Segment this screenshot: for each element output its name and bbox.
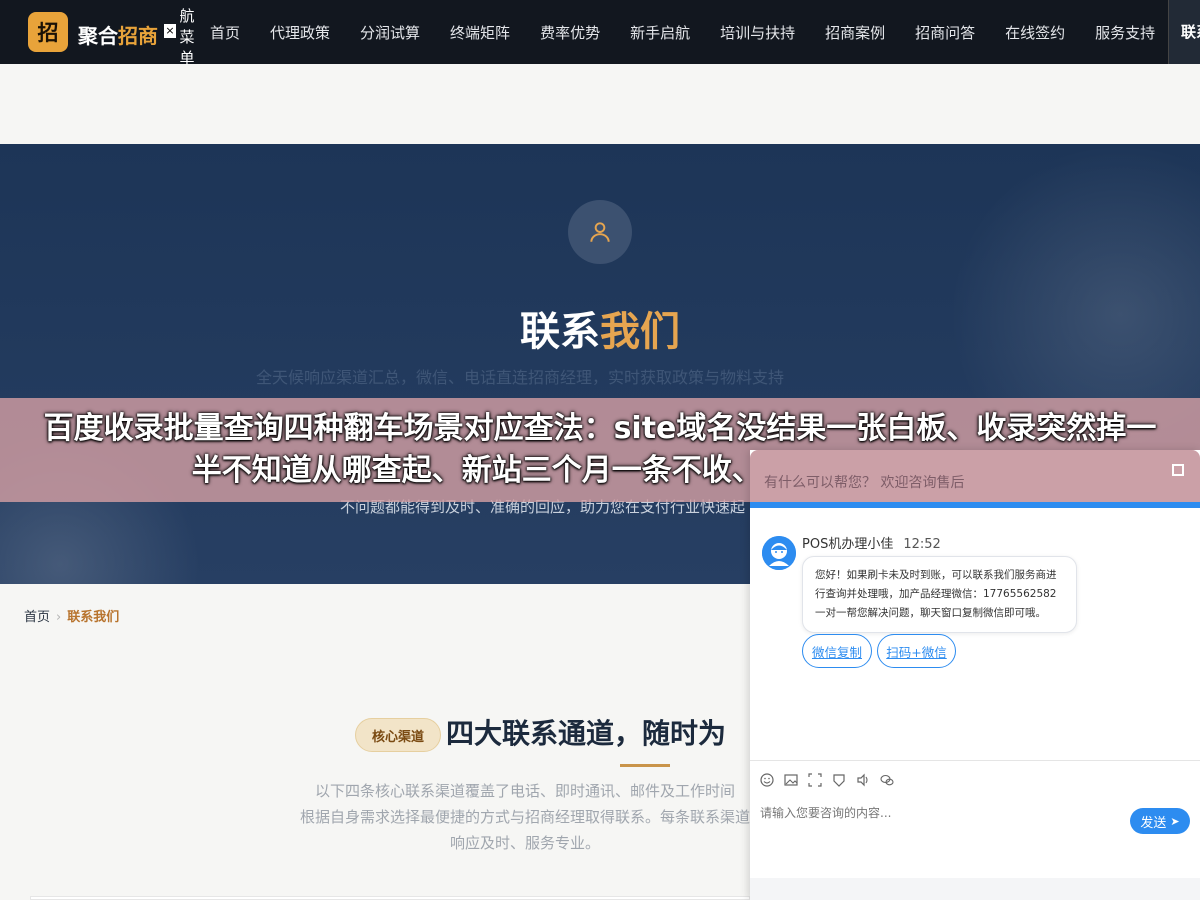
card-edge xyxy=(30,896,750,900)
breadcrumb-separator: › xyxy=(56,610,62,625)
wechat-icon[interactable] xyxy=(880,773,894,787)
chat-header-title: 有什么可以帮您？ 欢迎咨询售后 xyxy=(764,475,965,491)
section-description-line: 根据自身需求选择最便捷的方式与招商经理取得联系。每条联系渠道 xyxy=(300,808,750,826)
vertical-menu-label[interactable]: 航 菜 单 xyxy=(178,6,196,69)
maximize-icon[interactable] xyxy=(1172,464,1184,476)
send-button[interactable]: 发送 ➤ xyxy=(1130,808,1190,834)
agent-avatar xyxy=(762,536,796,570)
send-arrow-icon: ➤ xyxy=(1170,814,1180,828)
title-underline xyxy=(620,764,670,767)
chat-accent-bar xyxy=(750,502,1200,508)
emoji-icon[interactable] xyxy=(760,773,774,787)
nav-item-faq[interactable]: 招商问答 xyxy=(915,22,975,43)
voice-icon[interactable] xyxy=(856,773,870,787)
nav-item-beginner-guide[interactable]: 新手启航 xyxy=(630,22,690,43)
hero-subtitle: 全天候响应渠道汇总，微信、电话直连招商经理，实时获取政策与物料支持 xyxy=(255,368,784,387)
nav-item-home[interactable]: 首页 xyxy=(210,22,240,43)
copy-wechat-button[interactable]: 微信复制 xyxy=(802,634,872,668)
nav-item-contact-active[interactable]: 联系 xyxy=(1168,0,1200,64)
image-icon[interactable] xyxy=(784,773,798,787)
nav-item-agency-policy[interactable]: 代理政策 xyxy=(270,22,330,43)
section-description-line: 响应及时、服务专业。 xyxy=(449,834,600,852)
nav-item-profit-calculator[interactable]: 分润试算 xyxy=(360,22,420,43)
nav-item-service-support[interactable]: 服务支持 xyxy=(1095,22,1155,43)
site-logo-text[interactable]: 聚合招商 xyxy=(78,20,158,49)
logo-text-part2: 招商 xyxy=(118,24,158,48)
nav-item-terminal-matrix[interactable]: 终端矩阵 xyxy=(450,22,510,43)
logo-text-part1: 聚合 xyxy=(78,24,118,48)
send-button-label: 发送 xyxy=(1140,815,1167,831)
user-icon xyxy=(568,200,632,264)
agent-name: POS机办理小佳 12:52 xyxy=(802,533,941,552)
chat-widget: 有什么可以帮您？ 欢迎咨询售后 POS机办理小佳 12:52 您好！如果刷卡未及时… xyxy=(750,450,1200,900)
section-description: 以下四条核心联系渠道覆盖了电话、即时通讯、邮件及工作时间 根据自身需求选择最便捷… xyxy=(300,778,750,858)
section-tag: 核心渠道 xyxy=(355,718,441,752)
chat-message-input[interactable] xyxy=(760,802,1120,824)
vertical-menu-text: 航 菜 单 xyxy=(179,7,195,67)
message-time: 12:52 xyxy=(903,537,941,552)
section-description-line: 以下四条核心联系渠道覆盖了电话、即时通讯、邮件及工作时间 xyxy=(314,782,735,800)
chat-footer xyxy=(750,878,1200,900)
chat-header[interactable]: 有什么可以帮您？ 欢迎咨询售后 xyxy=(750,450,1200,502)
page-title: 联系我们 xyxy=(0,299,1200,357)
nav-item-rate-advantage[interactable]: 费率优势 xyxy=(540,22,600,43)
breadcrumb: 首页 › 联系我们 xyxy=(24,606,119,625)
message-bubble: 您好！如果刷卡未及时到账，可以联系我们服务商进行查询并处理哦，加产品经理微信：1… xyxy=(802,556,1077,633)
page-title-part2: 我们 xyxy=(600,309,680,355)
nav-item-online-signing[interactable]: 在线签约 xyxy=(1005,22,1065,43)
top-navigation-bar: 招 聚合招商 × 航 菜 单 首页 代理政策 分润试算 终端矩阵 费率优势 新手… xyxy=(0,0,1200,67)
main-nav: 首页 代理政策 分润试算 终端矩阵 费率优势 新手启航 培训与扶持 招商案例 招… xyxy=(210,0,1155,64)
close-icon[interactable]: × xyxy=(164,24,176,38)
logo-badge[interactable]: 招 xyxy=(28,12,68,52)
section-title: 四大联系通道，随时为 xyxy=(446,717,727,750)
nav-item-training-support[interactable]: 培训与扶持 xyxy=(720,22,795,43)
breadcrumb-current: 联系我们 xyxy=(67,610,120,625)
chat-toolbar xyxy=(750,760,1200,798)
scan-wechat-button[interactable]: 扫码+微信 xyxy=(877,634,956,668)
page-title-part1: 联系 xyxy=(520,309,600,355)
nav-item-cases[interactable]: 招商案例 xyxy=(825,22,885,43)
breadcrumb-home[interactable]: 首页 xyxy=(24,610,50,625)
agent-name-text: POS机办理小佳 xyxy=(802,537,894,552)
rating-icon[interactable] xyxy=(832,773,846,787)
screenshot-icon[interactable] xyxy=(808,773,822,787)
